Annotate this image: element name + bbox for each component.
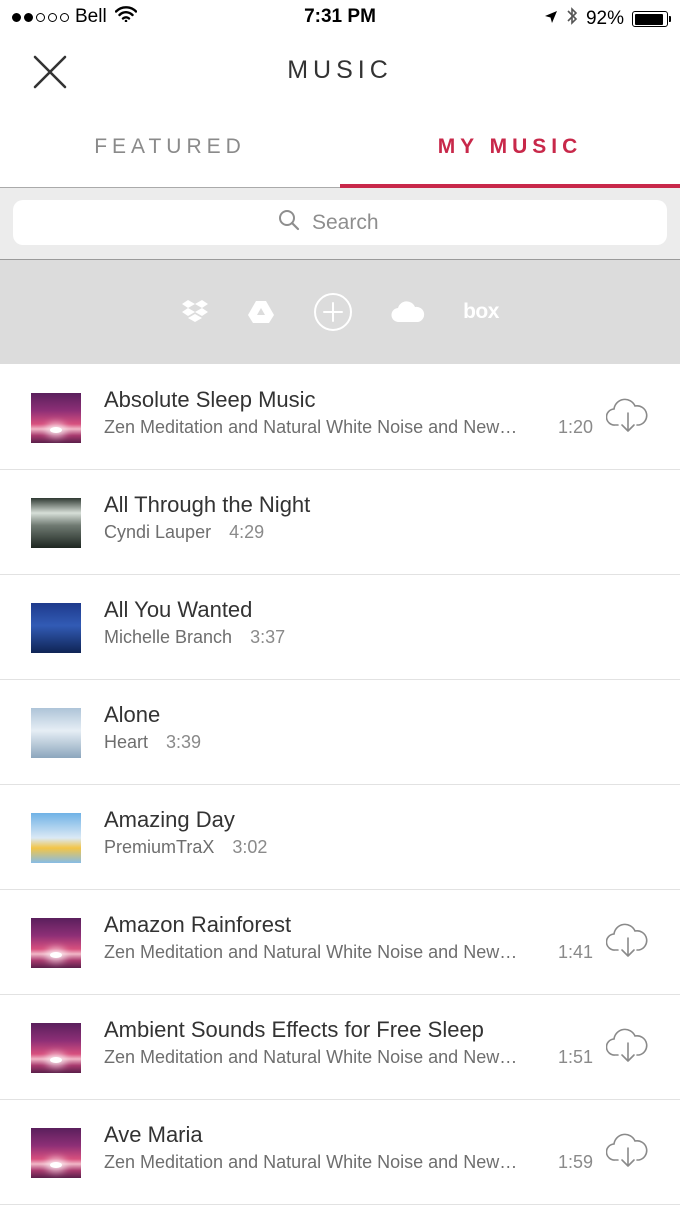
album-art [31,813,81,863]
album-art [31,393,81,443]
album-art [31,1023,81,1073]
track-row[interactable]: Amazon Rainforest Zen Meditation and Natu… [0,890,680,995]
track-row[interactable]: Ambient Sounds Effects for Free Sleep Zen… [0,995,680,1100]
header: MUSIC [0,36,680,106]
battery-percent: 92% [585,8,624,29]
track-row[interactable]: Alone Heart 3:39 [0,680,680,785]
bluetooth-icon [566,6,578,32]
track-row[interactable]: Ave Maria Zen Meditation and Natural Whit… [0,1100,680,1205]
track-subtitle: Heart 3:39 [104,732,201,753]
track-row[interactable]: Amazing Day PremiumTraX 3:02 [0,785,680,890]
cloud-download-icon [605,1028,648,1062]
track-duration: 3:39 [166,732,202,752]
add-circle-icon[interactable] [313,292,353,332]
track-subtitle: Zen Meditation and Natural White Noise a… [104,942,593,963]
cloud-download-icon [605,1133,648,1167]
battery-icon [632,11,671,27]
track-artist: Michelle Branch [104,627,233,647]
track-title: Absolute Sleep Music [104,387,316,412]
track-row[interactable]: Absolute Sleep Music Zen Meditation and N… [0,365,680,470]
track-artist: PremiumTraX [104,837,215,857]
album-art [31,918,81,968]
cloud-download-icon [605,398,648,432]
download-button[interactable] [605,1025,650,1065]
status-bar: Bell 7:31 PM 92% [0,0,680,36]
track-artist: Zen Meditation and Natural White Noise a… [104,1152,518,1172]
track-row[interactable]: All You Wanted Michelle Branch 3:37 [0,575,680,680]
download-button[interactable] [605,920,650,960]
track-title: Alone [104,702,161,727]
search-box[interactable] [13,200,667,245]
track-duration: 1:59 [558,1152,594,1172]
search-input[interactable] [312,210,402,235]
album-art [31,498,81,548]
download-button[interactable] [605,395,650,435]
track-list: Absolute Sleep Music Zen Meditation and N… [0,365,680,1205]
track-artist: Zen Meditation and Natural White Noise a… [104,1047,518,1067]
page-title: MUSIC [287,56,393,84]
search-area [0,188,680,260]
box-label: box [463,300,499,323]
dropbox-icon[interactable] [181,299,209,325]
album-art [31,1128,81,1178]
track-subtitle: Zen Meditation and Natural White Noise a… [104,417,593,438]
tab-my-music[interactable]: MY MUSIC [340,106,680,188]
track-duration: 1:20 [558,417,594,437]
source-bar: box [0,260,680,364]
tab-featured[interactable]: FEATURED [0,106,340,187]
box-icon[interactable]: box [463,300,499,324]
track-subtitle: Zen Meditation and Natural White Noise a… [104,1152,593,1173]
track-subtitle: Michelle Branch 3:37 [104,627,285,648]
status-bar-right: 92% [544,6,671,32]
track-artist: Cyndi Lauper [104,522,212,542]
track-duration: 4:29 [229,522,265,542]
track-title: All Through the Night [104,492,311,517]
track-duration: 1:51 [558,1047,594,1067]
tab-bar: FEATURED MY MUSIC [0,106,680,188]
track-subtitle: Zen Meditation and Natural White Noise a… [104,1047,593,1068]
album-art [31,708,81,758]
track-duration: 3:37 [250,627,286,647]
track-title: Amazing Day [104,807,235,832]
track-artist: Zen Meditation and Natural White Noise a… [104,417,518,437]
track-row[interactable]: All Through the Night Cyndi Lauper 4:29 [0,470,680,575]
track-duration: 1:41 [558,942,594,962]
track-title: All You Wanted [104,597,253,622]
google-drive-icon[interactable] [247,300,275,324]
cloud-icon[interactable] [391,301,425,323]
album-art [31,603,81,653]
search-icon [278,209,300,236]
download-button[interactable] [605,1130,650,1170]
track-subtitle: Cyndi Lauper 4:29 [104,522,264,543]
track-title: Amazon Rainforest [104,912,292,937]
track-subtitle: PremiumTraX 3:02 [104,837,267,858]
track-title: Ave Maria [104,1122,203,1147]
track-artist: Heart [104,732,149,752]
track-duration: 3:02 [232,837,268,857]
track-title: Ambient Sounds Effects for Free Sleep [104,1017,484,1042]
cloud-download-icon [605,923,648,957]
location-arrow-icon [544,8,558,30]
track-artist: Zen Meditation and Natural White Noise a… [104,942,518,962]
